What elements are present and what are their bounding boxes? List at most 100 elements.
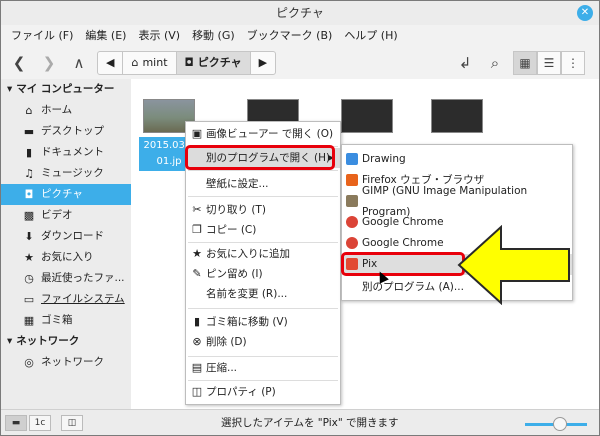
sidebar-item-pictures[interactable]: ◘ ピクチャ: [1, 184, 131, 205]
menu-separator: [188, 308, 338, 309]
menu-separator: [188, 380, 338, 381]
star-icon: ★: [192, 247, 202, 260]
home-icon: ⌂: [25, 104, 33, 117]
sidebar-item-network[interactable]: ◎ ネットワーク: [1, 352, 131, 373]
sidebar-item-home[interactable]: ⌂ ホーム: [1, 100, 131, 121]
menu-pin[interactable]: ✎ ピン留め (I): [186, 264, 340, 284]
menu-rename[interactable]: 名前を変更 (R)...: [186, 284, 340, 304]
compact-view-button[interactable]: ⋮: [561, 51, 585, 75]
clock-icon: ◷: [24, 272, 34, 285]
star-icon: ★: [24, 251, 34, 264]
app-gimp[interactable]: GIMP (GNU Image Manipulation Program): [342, 185, 572, 218]
list-view-button[interactable]: ☰: [537, 51, 561, 75]
breadcrumb-mint[interactable]: ⌂ mint: [123, 52, 177, 74]
file-thumbnail[interactable]: [431, 99, 483, 133]
breadcrumb-next[interactable]: ▶: [251, 52, 275, 74]
trash-icon: ▦: [23, 314, 35, 327]
window-title: ピクチャ: [276, 6, 324, 20]
zoom-slider-handle[interactable]: [553, 417, 567, 431]
breadcrumb-prev[interactable]: ◀: [98, 52, 124, 74]
menu-view[interactable]: 表示 (V): [132, 25, 186, 47]
highlight-box-pix: [341, 252, 465, 276]
sidebar-item-recent[interactable]: ◷ 最近使ったファ...: [1, 268, 131, 289]
title-bar: ピクチャ ✕: [1, 1, 599, 25]
scissors-icon: ✂: [192, 203, 202, 216]
icon-view-button[interactable]: ▦: [513, 51, 537, 75]
sidebar-item-desktop[interactable]: ▬ デスクトップ: [1, 121, 131, 142]
menu-separator: [188, 196, 338, 197]
document-icon: ▮: [25, 146, 33, 159]
menu-compress[interactable]: ▤ 圧縮...: [186, 358, 340, 378]
menu-copy[interactable]: ❐ コピー (C): [186, 220, 340, 240]
sidebar-item-documents[interactable]: ▮ ドキュメント: [1, 142, 131, 163]
app-drawing[interactable]: Drawing: [342, 149, 572, 170]
sidebar-section-my-computer[interactable]: ▾ マイ コンピューター: [1, 79, 131, 100]
trash-icon: ▮: [193, 315, 201, 328]
places-toggle-button[interactable]: ▬: [5, 415, 27, 431]
menu-set-wallpaper[interactable]: 壁紙に設定...: [186, 174, 340, 194]
menu-delete[interactable]: ⊗ 削除 (D): [186, 332, 340, 352]
pin-icon: ✎: [192, 267, 202, 280]
firefox-icon: [346, 174, 358, 186]
properties-icon: ◫: [191, 385, 203, 398]
drawing-icon: [346, 153, 358, 165]
video-icon: ▩: [23, 209, 35, 222]
status-message: 選択したアイテムを "Pix" で開きます: [221, 417, 399, 429]
menu-properties[interactable]: ◫ プロパティ (P): [186, 382, 340, 402]
sidebar-item-filesystem[interactable]: ▭ ファイルシステム: [1, 289, 131, 310]
home-icon: ⌂: [131, 56, 139, 69]
sidebar-item-videos[interactable]: ▩ ビデオ: [1, 205, 131, 226]
camera-icon: ◘: [184, 56, 194, 69]
copy-icon: ❐: [192, 223, 202, 236]
sidebar-section-network[interactable]: ▾ ネットワーク: [1, 331, 131, 352]
status-bar: ▬ 1c ◫ 選択したアイテムを "Pix" で開きます: [1, 409, 599, 435]
camera-icon: ◘: [24, 188, 34, 201]
sidebar: ▾ マイ コンピューター ⌂ ホーム ▬ デスクトップ ▮ ドキュメント ♫ ミュージック…: [1, 79, 131, 409]
toolbar: ❮ ❯ ∧ ◀ ⌂ mint ◘ ピクチャ ▶ ↲ ⌕ ▦ ☰ ⋮: [1, 47, 599, 79]
sidebar-item-downloads[interactable]: ⬇ ダウンロード: [1, 226, 131, 247]
up-icon[interactable]: ∧: [67, 51, 91, 75]
archive-icon: ▤: [191, 361, 203, 374]
forward-icon[interactable]: ❯: [37, 51, 61, 75]
network-icon: ◎: [24, 356, 34, 369]
menu-move-to-trash[interactable]: ▮ ゴミ箱に移動 (V): [186, 312, 340, 332]
menu-separator: [188, 356, 338, 357]
menu-edit[interactable]: 編集 (E): [79, 25, 132, 47]
back-icon[interactable]: ❮: [7, 51, 31, 75]
sidebar-item-trash[interactable]: ▦ ゴミ箱: [1, 310, 131, 331]
menu-go[interactable]: 移動 (G): [186, 25, 241, 47]
desktop-icon: ▬: [23, 125, 35, 138]
chevron-down-icon: ▾: [7, 335, 13, 347]
menu-open-with-image-viewer[interactable]: ▣ 画像ビューアー で開く (O): [186, 124, 340, 144]
drive-icon: ▭: [23, 293, 35, 306]
delete-icon: ⊗: [192, 335, 202, 348]
breadcrumb: ◀ ⌂ mint ◘ ピクチャ ▶: [97, 51, 277, 75]
search-icon[interactable]: ⌕: [483, 51, 507, 75]
close-icon[interactable]: ✕: [577, 5, 593, 21]
menu-help[interactable]: ヘルプ (H): [338, 25, 403, 47]
chevron-down-icon: ▾: [7, 83, 13, 95]
chrome-icon: [346, 216, 358, 228]
gimp-icon: [346, 195, 358, 207]
menu-separator: [188, 170, 338, 171]
chrome-icon: [346, 237, 358, 249]
menu-cut[interactable]: ✂ 切り取り (T): [186, 200, 340, 220]
menu-bar: ファイル (F) 編集 (E) 表示 (V) 移動 (G) ブックマーク (B)…: [1, 25, 599, 47]
file-thumbnail[interactable]: [341, 99, 393, 133]
menu-bookmarks[interactable]: ブックマーク (B): [241, 25, 339, 47]
highlight-box-open-with: [185, 145, 335, 170]
hide-sidebar-button[interactable]: ◫: [61, 415, 83, 431]
menu-file[interactable]: ファイル (F): [5, 25, 79, 47]
sidebar-item-favorites[interactable]: ★ お気に入り: [1, 247, 131, 268]
yellow-arrow-icon: [457, 225, 570, 305]
download-icon: ⬇: [24, 230, 34, 243]
tree-toggle-button[interactable]: 1c: [29, 415, 51, 431]
file-manager-window: ピクチャ ✕ ファイル (F) 編集 (E) 表示 (V) 移動 (G) ブック…: [0, 0, 600, 436]
menu-add-favorite[interactable]: ★ お気に入りに追加: [186, 244, 340, 264]
menu-separator: [188, 242, 338, 243]
sidebar-item-music[interactable]: ♫ ミュージック: [1, 163, 131, 184]
image-viewer-icon: ▣: [191, 127, 203, 140]
open-terminal-icon[interactable]: ↲: [453, 51, 477, 75]
breadcrumb-pictures[interactable]: ◘ ピクチャ: [176, 52, 251, 74]
music-icon: ♫: [24, 167, 34, 180]
